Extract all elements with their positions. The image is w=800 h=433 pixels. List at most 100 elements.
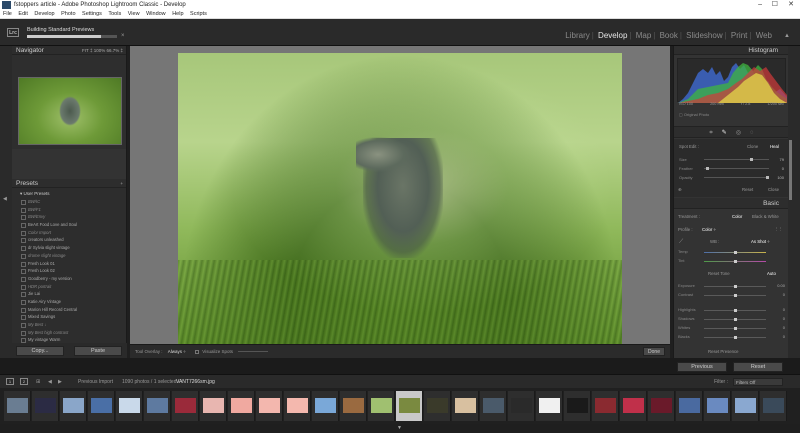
whites-slider-thumb[interactable] xyxy=(734,327,737,330)
preset-folder[interactable]: ▾ User Presets xyxy=(12,190,126,198)
secondary-window-button[interactable]: 2 xyxy=(20,378,28,385)
shadows-slider-thumb[interactable] xyxy=(734,318,737,321)
blacks-slider-thumb[interactable] xyxy=(734,336,737,339)
histogram[interactable] xyxy=(677,58,787,103)
menu-tools[interactable]: Tools xyxy=(108,11,121,17)
filmstrip-thumbnail[interactable] xyxy=(172,391,199,421)
menu-file[interactable]: File xyxy=(3,11,12,17)
module-print[interactable]: Print xyxy=(731,31,747,40)
done-button[interactable]: Done xyxy=(643,347,665,356)
filmstrip-thumbnail[interactable] xyxy=(88,391,115,421)
size-slider-thumb[interactable] xyxy=(750,158,753,161)
module-develop[interactable]: Develop xyxy=(598,31,627,40)
shadows-slider[interactable] xyxy=(704,318,766,321)
preset-item[interactable]: drome slight vintage xyxy=(12,252,126,260)
preset-item[interactable]: Fresh Look 02 xyxy=(12,267,126,275)
maximize-button[interactable]: ☐ xyxy=(772,0,778,10)
preset-item[interactable]: My Best ↓ xyxy=(12,321,126,329)
module-book[interactable]: Book xyxy=(660,31,678,40)
preset-item[interactable]: Mixed Savings xyxy=(12,313,126,321)
blacks-value[interactable]: 0 xyxy=(783,334,785,339)
opacity-slider-thumb[interactable] xyxy=(766,176,769,179)
exposure-value[interactable]: 0.00 xyxy=(777,283,785,288)
preset-item[interactable]: creators unleashed xyxy=(12,236,126,244)
preset-item[interactable]: Katie Airy Vintage xyxy=(12,298,126,306)
visualize-spots-slider[interactable] xyxy=(238,351,269,353)
highlights-value[interactable]: 0 xyxy=(783,307,785,312)
filmstrip-thumbnail[interactable] xyxy=(704,391,731,421)
preset-item[interactable]: BW/Envy xyxy=(12,213,126,221)
clone-option[interactable]: Clone xyxy=(747,144,758,149)
collapse-filmstrip-icon[interactable]: ▼ xyxy=(397,425,402,431)
preset-item[interactable]: HDR portrait xyxy=(12,283,126,291)
contrast-slider-thumb[interactable] xyxy=(734,294,737,297)
feather-value[interactable]: 0 xyxy=(782,166,784,171)
filmstrip-thumbnail[interactable] xyxy=(4,391,31,421)
menu-window[interactable]: Window xyxy=(146,11,166,17)
menu-photo[interactable]: Photo xyxy=(61,11,75,17)
right-panel-scrollbar[interactable] xyxy=(789,140,792,200)
filmstrip-thumbnail[interactable] xyxy=(424,391,451,421)
filmstrip-source[interactable]: Previous Import xyxy=(78,375,113,389)
whites-value[interactable]: 0 xyxy=(783,325,785,330)
filmstrip-thumbnail[interactable] xyxy=(452,391,479,421)
size-slider[interactable] xyxy=(704,158,769,161)
copy-button[interactable]: Copy... xyxy=(16,346,64,356)
feather-slider[interactable] xyxy=(704,167,769,170)
preset-item[interactable]: BW/F1 xyxy=(12,206,126,214)
menu-view[interactable]: View xyxy=(128,11,140,17)
filmstrip-thumbnail[interactable] xyxy=(312,391,339,421)
main-window-button[interactable]: 1 xyxy=(6,378,14,385)
wb-select[interactable]: As Shot ÷ xyxy=(751,239,770,244)
collapse-top-arrow-icon[interactable]: ▲ xyxy=(784,33,790,39)
filmstrip-thumbnail[interactable] xyxy=(144,391,171,421)
visualize-spots-checkbox[interactable] xyxy=(195,349,200,354)
navigator-header[interactable]: Navigator FIT ‡ 100% 66.7% ‡ xyxy=(12,46,126,55)
filmstrip-thumbnail[interactable] xyxy=(508,391,535,421)
treatment-bw[interactable]: Black & White xyxy=(752,214,779,219)
preset-item[interactable]: Color Import xyxy=(12,229,126,237)
preset-item[interactable]: Fresh Look 01 xyxy=(12,260,126,268)
heal-option[interactable]: Heal xyxy=(770,144,779,149)
auto-tone-button[interactable]: Auto xyxy=(767,271,776,276)
exposure-slider[interactable] xyxy=(704,285,766,288)
opacity-value[interactable]: 100 xyxy=(777,175,784,180)
close-window-button[interactable]: ✕ xyxy=(788,0,794,10)
filmstrip-thumbnail[interactable] xyxy=(228,391,255,421)
spot-menu-icon[interactable]: ⊕ xyxy=(678,187,682,193)
wb-eyedropper-icon[interactable]: ⟋ xyxy=(679,239,683,246)
zoom-options[interactable]: FIT ‡ 100% 66.7% ‡ xyxy=(82,46,123,55)
add-preset-icon[interactable]: + xyxy=(120,179,123,188)
contrast-value[interactable]: 0 xyxy=(783,292,785,297)
filmstrip-thumbnail[interactable] xyxy=(480,391,507,421)
filmstrip-thumbnail[interactable] xyxy=(284,391,311,421)
menu-develop[interactable]: Develop xyxy=(34,11,54,17)
preset-item[interactable]: dr Sylvia slight vintage xyxy=(12,244,126,252)
blacks-slider[interactable] xyxy=(704,336,766,339)
size-value[interactable]: 79 xyxy=(780,157,784,162)
exposure-slider-thumb[interactable] xyxy=(734,285,737,288)
module-map[interactable]: Map xyxy=(636,31,652,40)
menu-settings[interactable]: Settings xyxy=(82,11,102,17)
filmstrip-thumbnail[interactable] xyxy=(200,391,227,421)
reset-tone-button[interactable]: Reset Tone xyxy=(708,271,730,276)
filmstrip-thumbnail[interactable] xyxy=(564,391,591,421)
forward-arrow-icon[interactable]: ▶ xyxy=(58,375,62,389)
filmstrip-thumbnail[interactable] xyxy=(536,391,563,421)
histogram-header[interactable]: Histogram xyxy=(674,46,788,55)
preset-item[interactable]: BeArt Food Love and Soul xyxy=(12,221,126,229)
treatment-color[interactable]: Color xyxy=(732,214,742,219)
main-photo[interactable] xyxy=(178,53,622,350)
preset-item[interactable]: BW/IC xyxy=(12,198,126,206)
red-eye-tool-icon[interactable]: ◎ xyxy=(736,127,741,137)
filmstrip-thumbnail[interactable] xyxy=(256,391,283,421)
module-library[interactable]: Library xyxy=(565,31,589,40)
module-slideshow[interactable]: Slideshow xyxy=(686,31,722,40)
menu-scripts[interactable]: Scripts xyxy=(190,11,207,17)
spot-reset-button[interactable]: Reset xyxy=(742,187,753,192)
profile-browser-icon[interactable]: ⋮⋮ xyxy=(774,226,783,232)
preset-item[interactable]: Goodberry - my version xyxy=(12,275,126,283)
filmstrip-thumbnail[interactable] xyxy=(396,391,423,421)
filter-select[interactable]: Filters Off xyxy=(733,378,783,386)
filmstrip-thumbnail[interactable] xyxy=(732,391,759,421)
